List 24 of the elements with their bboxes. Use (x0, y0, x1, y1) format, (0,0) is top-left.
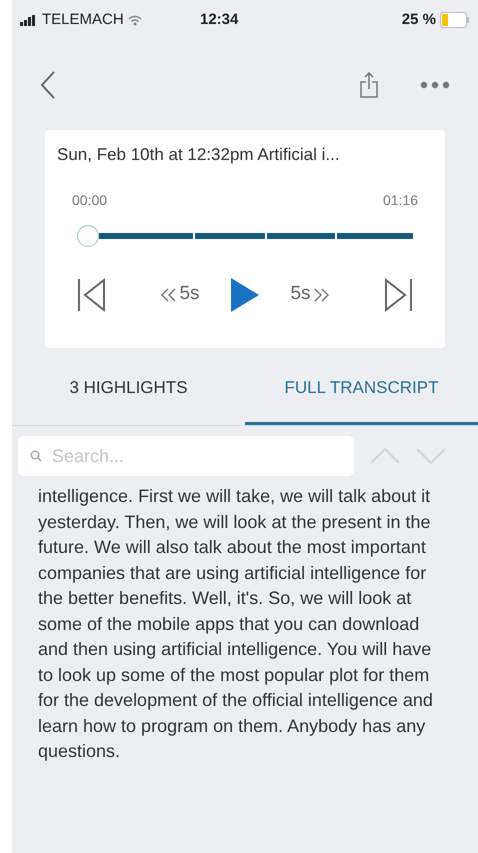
rewind-button[interactable]: 5s (161, 280, 200, 309)
transcript-text: intelligence. First we will take, we will talk about it yesterday. Then, we will look at the present in the future. We will also talk about the most important companies that are using artificial intelligence for the better benefits. Well, it's. So, we will look at some of the mobile apps that you can download and then using artificial intelligence. You will have to look up some of the most popular plot for them for the development of the official intelligence and learn how to program on them. Anybody has any questions. (38, 485, 434, 763)
total-duration: 01:16 (382, 190, 418, 210)
more-button[interactable] (420, 80, 450, 90)
share-button[interactable] (360, 71, 380, 99)
tab[interactable]: 3 HIGHLIGHTS (12, 348, 245, 425)
previous-button[interactable] (77, 278, 107, 312)
double-chevron-left-icon (161, 288, 178, 302)
wifi-icon (128, 14, 142, 26)
play-button[interactable] (230, 276, 260, 312)
progress-thumb[interactable] (77, 224, 99, 246)
forward-button[interactable]: 5s (290, 280, 329, 309)
elapsed-time: 00:00 (72, 190, 108, 210)
search-icon (30, 450, 42, 462)
carrier-name: TELEMACH (42, 10, 124, 30)
signal-icon (20, 14, 38, 26)
search-field[interactable]: Search... (18, 436, 354, 476)
clock-time: 12:34 (200, 10, 240, 30)
tab[interactable]: FULL TRANSCRIPT (245, 348, 478, 425)
battery-icon (440, 12, 470, 28)
double-chevron-right-icon (312, 288, 329, 302)
recording-title: Sun, Feb 10th at 12:32pm Artificial i... (57, 144, 341, 166)
battery-percent: 25 % (402, 10, 436, 30)
next-button[interactable] (382, 278, 413, 312)
